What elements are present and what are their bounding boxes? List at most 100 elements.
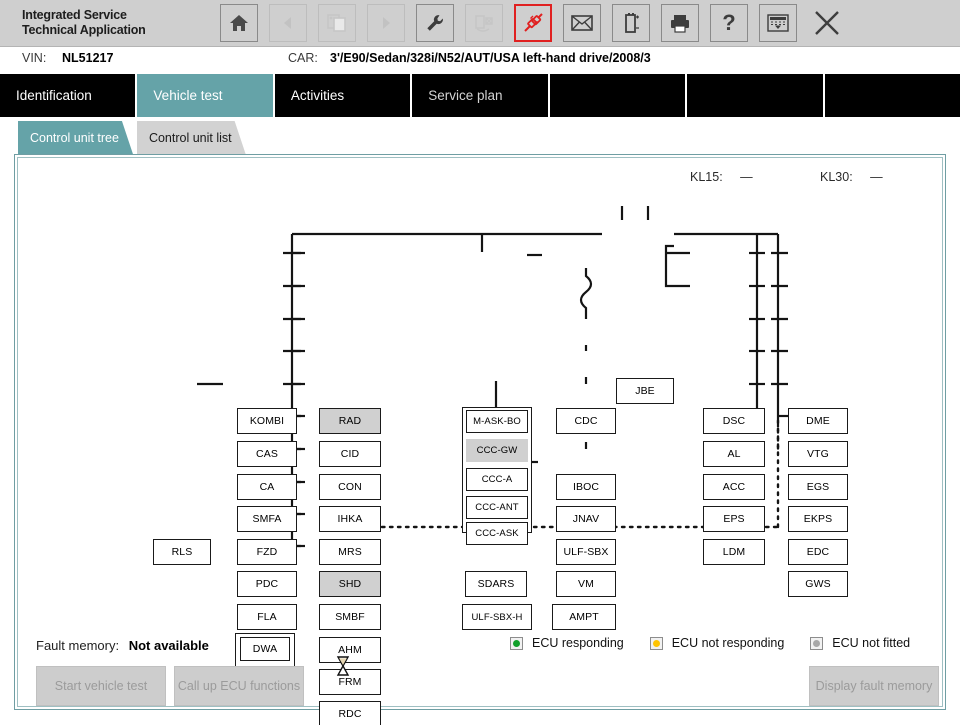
node-vm-label: VM (578, 578, 594, 590)
node-ihka-label: IHKA (337, 513, 363, 525)
node-ahm-label: AHM (338, 644, 362, 656)
connection-button[interactable] (514, 4, 552, 42)
tab-activities[interactable]: Activities (274, 74, 411, 117)
node-kombi[interactable]: KOMBI (237, 408, 297, 434)
battery-button[interactable] (612, 4, 650, 42)
node-ccc-ask[interactable]: CCC-ASK (466, 522, 528, 545)
node-egs[interactable]: EGS (788, 474, 848, 500)
node-dsc[interactable]: DSC (703, 408, 765, 434)
node-dwa-label: DWA (252, 643, 278, 655)
node-cid[interactable]: CID (319, 441, 381, 467)
tab-empty-1 (549, 74, 686, 117)
messages-button[interactable] (563, 4, 601, 42)
node-ekps[interactable]: EKPS (788, 506, 848, 532)
node-ccc-gw[interactable]: CCC-GW (466, 439, 528, 462)
subtab-control-unit-tree[interactable]: Control unit tree (18, 121, 133, 154)
node-cas[interactable]: CAS (237, 441, 297, 467)
forward-button[interactable] (367, 4, 405, 42)
back-arrow-icon (279, 14, 297, 32)
node-edc[interactable]: EDC (788, 539, 848, 565)
start-vehicle-test-label: Start vehicle test (54, 678, 148, 693)
node-dme[interactable]: DME (788, 408, 848, 434)
service-button[interactable] (416, 4, 454, 42)
vehicle-info-bar: VIN: NL51217 CAR: 3'/E90/Sedan/328i/N52/… (0, 47, 960, 72)
subtab-control-unit-list[interactable]: Control unit list (137, 121, 246, 154)
node-fzd[interactable]: FZD (237, 539, 297, 565)
close-button[interactable] (808, 4, 846, 42)
node-eps-label: EPS (723, 513, 745, 525)
node-m-ask-bo[interactable]: M-ASK-BO (466, 410, 528, 433)
tab-service-plan-label: Service plan (428, 88, 503, 103)
node-ccc-a-label: CCC-A (481, 474, 513, 485)
node-ulf-sbx-h[interactable]: ULF-SBX-H (462, 604, 532, 630)
call-up-ecu-functions-button[interactable]: Call up ECU functions (174, 666, 304, 706)
home-icon (228, 13, 250, 33)
node-rdc[interactable]: RDC (319, 701, 381, 725)
node-al[interactable]: AL (703, 441, 765, 467)
fault-memory-label: Fault memory: (36, 638, 120, 653)
legend-item-responding: ECU responding (510, 636, 624, 650)
node-ampt[interactable]: AMPT (552, 604, 616, 630)
node-ca[interactable]: CA (237, 474, 297, 500)
node-rls[interactable]: RLS (153, 539, 211, 565)
node-sdars[interactable]: SDARS (465, 571, 527, 597)
back-button[interactable] (269, 4, 307, 42)
node-ahm[interactable]: AHM (319, 637, 381, 663)
node-al-label: AL (727, 448, 741, 460)
node-con[interactable]: CON (319, 474, 381, 500)
yellow-dot-icon (652, 639, 660, 647)
node-acc[interactable]: ACC (703, 474, 765, 500)
node-rad-label: RAD (338, 415, 362, 427)
node-ccc-gw-label: CCC-GW (476, 445, 518, 456)
help-button[interactable]: ? (710, 4, 748, 42)
node-eps[interactable]: EPS (703, 506, 765, 532)
vehicle-identification-button[interactable] (465, 4, 503, 42)
node-jnav[interactable]: JNAV (556, 506, 616, 532)
display-fault-memory-button[interactable]: Display fault memory (809, 666, 939, 706)
node-dwa[interactable]: DWA (240, 637, 290, 661)
node-frm[interactable]: FRM (319, 669, 381, 695)
node-pdc-label: PDC (255, 578, 279, 590)
main-toolbar: ? (220, 4, 846, 42)
tab-vehicle-test[interactable]: Vehicle test (137, 74, 273, 117)
node-kombi-label: KOMBI (249, 415, 285, 427)
node-ulf-sbx-label: ULF-SBX (563, 546, 609, 558)
sub-tab-bar: Control unit tree Control unit list (18, 121, 250, 154)
node-mrs[interactable]: MRS (319, 539, 381, 565)
tab-identification[interactable]: Identification (0, 74, 136, 117)
start-vehicle-test-button[interactable]: Start vehicle test (36, 666, 166, 706)
node-ulf-sbx[interactable]: ULF-SBX (556, 539, 616, 565)
subtab-control-unit-tree-label: Control unit tree (30, 130, 119, 145)
control-unit-tree-diagram: JBE KOMBI RAD CAS CID CA CON SMFA IHKA R… (18, 158, 944, 725)
node-smfa[interactable]: SMFA (237, 506, 297, 532)
call-up-ecu-functions-label: Call up ECU functions (177, 678, 301, 693)
node-jbe[interactable]: JBE (616, 378, 674, 404)
node-iboc[interactable]: IBOC (556, 474, 616, 500)
node-fzd-label: FZD (256, 546, 278, 558)
node-ccc-ant[interactable]: CCC-ANT (466, 496, 528, 519)
node-smbf[interactable]: SMBF (319, 604, 381, 630)
copy-document-icon (326, 13, 348, 33)
node-fla[interactable]: FLA (237, 604, 297, 630)
minimize-button[interactable] (759, 4, 797, 42)
node-ccc-a[interactable]: CCC-A (466, 468, 528, 491)
node-ihka[interactable]: IHKA (319, 506, 381, 532)
node-vtg[interactable]: VTG (788, 441, 848, 467)
green-dot-icon (513, 639, 520, 647)
node-vm[interactable]: VM (556, 571, 616, 597)
node-rad[interactable]: RAD (319, 408, 381, 434)
print-button[interactable] (661, 4, 699, 42)
node-ldm[interactable]: LDM (703, 539, 765, 565)
legend-swatch-not-fitted (810, 636, 824, 650)
documents-button[interactable] (318, 4, 356, 42)
home-button[interactable] (220, 4, 258, 42)
node-shd[interactable]: SHD (319, 571, 381, 597)
tab-vehicle-test-label: Vehicle test (153, 88, 223, 103)
node-gws[interactable]: GWS (788, 571, 848, 597)
node-pdc[interactable]: PDC (237, 571, 297, 597)
tab-service-plan[interactable]: Service plan (412, 74, 548, 117)
node-cdc[interactable]: CDC (556, 408, 616, 434)
node-shd-label: SHD (338, 578, 362, 590)
ecu-status-legend: ECU responding ECU not responding ECU no… (510, 636, 910, 650)
legend-item-not-fitted: ECU not fitted (810, 636, 910, 650)
